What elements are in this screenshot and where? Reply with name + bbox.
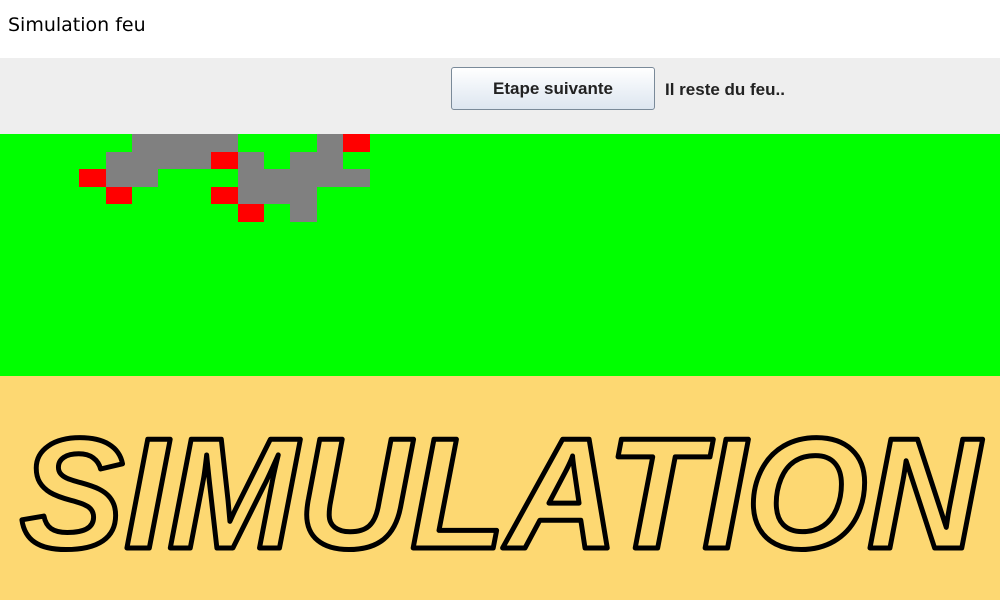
banner-title: SIMULATION xyxy=(20,406,983,582)
next-step-button[interactable]: Etape suivante xyxy=(451,67,655,110)
burnt-cell xyxy=(237,151,264,170)
fire-cell xyxy=(211,151,238,170)
fire-cell xyxy=(105,186,132,205)
title-bar: Simulation feu xyxy=(0,0,1000,58)
fire-cell xyxy=(79,169,106,187)
fire-cell xyxy=(343,134,370,152)
burnt-cell xyxy=(158,151,185,170)
burnt-cell xyxy=(132,151,159,170)
burnt-cell xyxy=(316,151,344,170)
banner-title-svg: SIMULATION xyxy=(18,404,986,585)
fire-cell xyxy=(211,186,238,205)
toolbar: Etape suivante Il reste du feu.. xyxy=(0,58,1000,134)
burnt-cell xyxy=(290,151,317,170)
burnt-cell xyxy=(211,134,238,152)
burnt-cell xyxy=(237,169,264,187)
burnt-cell xyxy=(264,169,291,187)
burnt-cell xyxy=(105,151,132,170)
fire-cell xyxy=(237,204,264,222)
burnt-cell xyxy=(184,134,212,152)
burnt-cell xyxy=(343,169,370,187)
burnt-cell xyxy=(264,186,291,205)
burnt-cell xyxy=(132,169,159,187)
window-title: Simulation feu xyxy=(8,14,146,36)
burnt-cell xyxy=(316,134,344,152)
burnt-cell xyxy=(290,169,317,187)
burnt-cell xyxy=(105,169,132,187)
simulation-grid xyxy=(0,134,1000,376)
status-text: Il reste du feu.. xyxy=(665,80,785,99)
burnt-cell xyxy=(158,134,185,152)
burnt-cell xyxy=(184,151,212,170)
burnt-cell xyxy=(290,186,317,205)
burnt-cell xyxy=(237,186,264,205)
burnt-cell xyxy=(316,169,344,187)
burnt-cell xyxy=(290,204,317,222)
simulation-banner: SIMULATION xyxy=(0,376,1000,600)
burnt-cell xyxy=(132,134,159,152)
